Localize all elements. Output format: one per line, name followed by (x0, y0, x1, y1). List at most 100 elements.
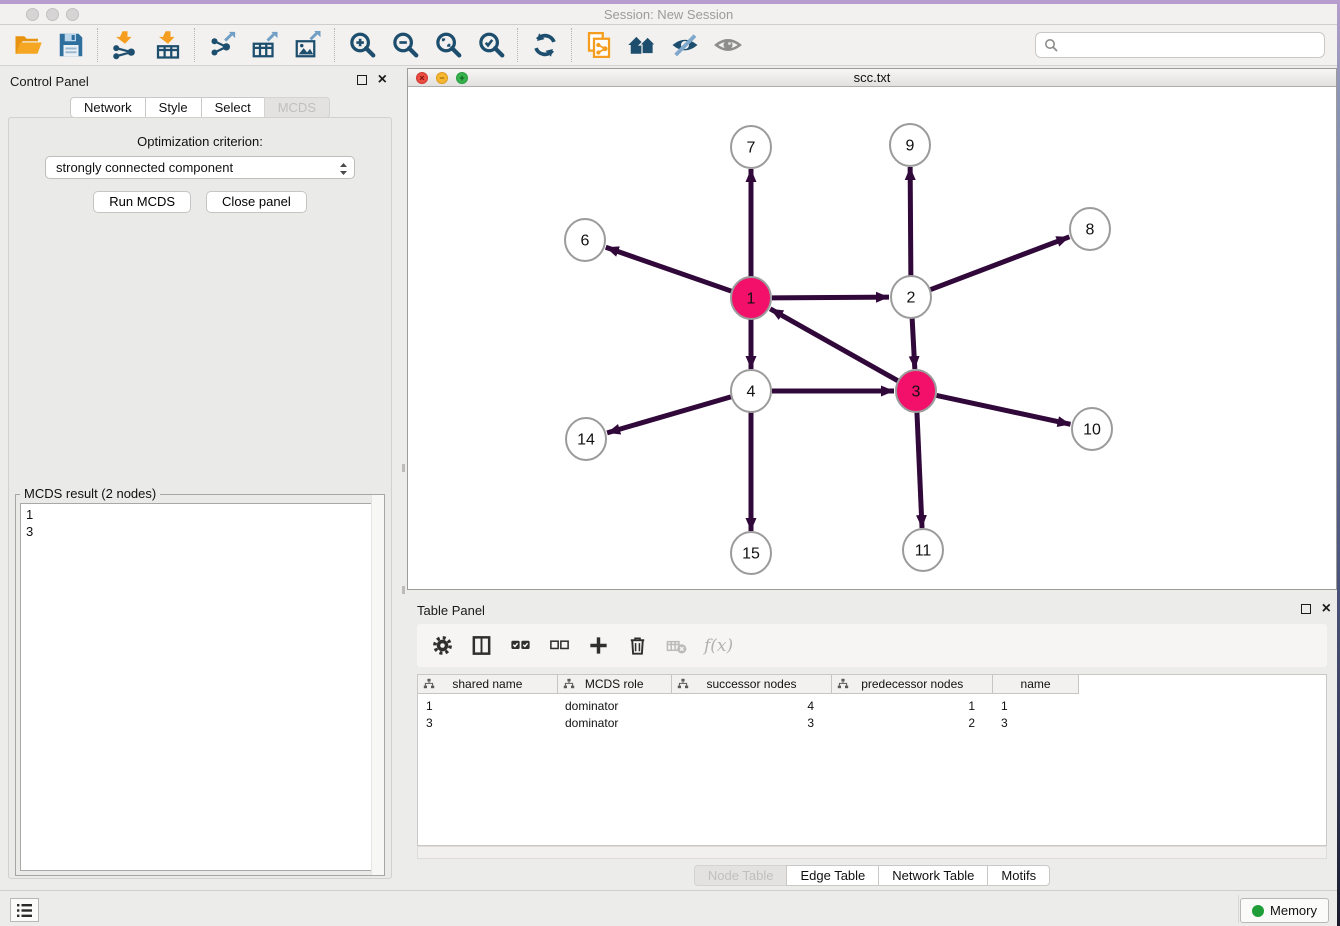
select-all-button[interactable] (507, 633, 533, 659)
memory-button[interactable]: Memory (1240, 898, 1329, 923)
apply-layout-button[interactable] (523, 28, 566, 62)
add-column-button[interactable] (585, 633, 611, 659)
tab-mcds[interactable]: MCDS (264, 97, 330, 118)
delete-column-button[interactable] (663, 633, 689, 659)
edge-2-3[interactable] (912, 318, 915, 369)
hierarchy-icon (837, 678, 849, 693)
table-cell: 1 (832, 699, 993, 713)
close-panel-button[interactable]: Close panel (206, 191, 307, 213)
graph-node-15[interactable]: 15 (731, 532, 771, 574)
table-row[interactable]: 3dominator323 (418, 714, 1326, 731)
table-settings-button[interactable] (429, 633, 455, 659)
search-input[interactable] (1063, 35, 1324, 55)
vertical-splitter[interactable] (400, 66, 407, 890)
run-mcds-button[interactable]: Run MCDS (93, 191, 191, 213)
node-label: 14 (577, 432, 595, 449)
edge-1-2[interactable] (772, 297, 889, 298)
table-cell: 1 (418, 699, 557, 713)
edge-3-11[interactable] (917, 412, 922, 528)
application-window: Session: New Session Control Panel (0, 0, 1340, 926)
zoom-selected-button[interactable] (469, 28, 512, 62)
table-header-row: shared nameMCDS rolesuccessor nodes prede… (418, 675, 1079, 694)
edge-3-1[interactable] (770, 309, 898, 381)
deselect-all-button[interactable] (546, 633, 572, 659)
hide-selected-button[interactable] (663, 28, 706, 62)
optimization-criterion-select[interactable]: strongly connected component (45, 156, 355, 179)
copy-network-button[interactable] (577, 28, 620, 62)
toolbar-separator (571, 28, 572, 62)
gear-icon (431, 634, 454, 657)
graph-node-10[interactable]: 10 (1072, 408, 1112, 450)
graph-node-11[interactable]: 11 (903, 529, 943, 571)
save-session-button[interactable] (49, 28, 92, 62)
edge-2-8[interactable] (931, 237, 1070, 290)
home-button[interactable] (620, 28, 663, 62)
edge-1-6[interactable] (606, 247, 731, 291)
hierarchy-icon (423, 678, 435, 693)
column-header-name[interactable]: name (992, 675, 1078, 693)
edge-3-10[interactable] (937, 395, 1071, 424)
export-table-button[interactable] (243, 28, 286, 62)
column-header-successor-nodes[interactable]: successor nodes (671, 675, 832, 693)
memory-label: Memory (1270, 903, 1317, 918)
close-network-button[interactable]: × (416, 72, 428, 84)
graph-node-9[interactable]: 9 (890, 124, 930, 166)
column-label: name (1021, 677, 1051, 691)
show-all-button[interactable] (706, 28, 749, 62)
unchecked-boxes-icon (548, 634, 571, 657)
graph-node-14[interactable]: 14 (566, 418, 606, 460)
function-builder-button[interactable]: f(x) (704, 636, 733, 656)
table-horizontal-scrollbar[interactable] (417, 846, 1327, 859)
result-scrollbar[interactable] (371, 495, 384, 875)
tab-node-table[interactable]: Node Table (694, 865, 788, 886)
zoom-fit-button[interactable] (426, 28, 469, 62)
delete-selected-button[interactable] (624, 633, 650, 659)
search-box[interactable] (1035, 32, 1325, 58)
minimize-network-button[interactable]: − (436, 72, 448, 84)
column-header-MCDS-role[interactable]: MCDS role (557, 675, 671, 693)
tab-network-table[interactable]: Network Table (878, 865, 988, 886)
graph-node-3[interactable]: 3 (896, 370, 936, 412)
float-panel-icon[interactable] (357, 75, 367, 85)
close-panel-icon[interactable]: × (1322, 604, 1331, 614)
zoom-network-button[interactable]: + (456, 72, 468, 84)
graph-node-4[interactable]: 4 (731, 370, 771, 412)
zoom-out-button[interactable] (383, 28, 426, 62)
delete-column-icon (665, 634, 688, 657)
column-label: predecessor nodes (861, 677, 963, 691)
table-cell: 2 (832, 716, 993, 730)
eye-slash-icon (670, 30, 700, 60)
column-header-predecessor-nodes[interactable]: predecessor nodes (831, 675, 992, 693)
table-cell: 1 (993, 699, 1079, 713)
network-canvas[interactable]: 1 2 3 4 6 7 8 9 10 11 14 15 (408, 87, 1336, 589)
graph-node-6[interactable]: 6 (565, 219, 605, 261)
tab-select[interactable]: Select (201, 97, 265, 118)
graph-node-8[interactable]: 8 (1070, 208, 1110, 250)
tab-style[interactable]: Style (145, 97, 202, 118)
import-network-button[interactable] (103, 28, 146, 62)
network-window-titlebar[interactable]: × − + scc.txt (408, 69, 1336, 87)
graph-node-2[interactable]: 2 (891, 276, 931, 318)
tab-network[interactable]: Network (70, 97, 146, 118)
network-window-controls: × − + (416, 72, 468, 84)
table-row[interactable]: 1dominator411 (418, 697, 1326, 714)
graph-node-1[interactable]: 1 (731, 277, 771, 319)
mcds-result-list[interactable]: 1 3 (20, 503, 380, 871)
edge-4-14[interactable] (607, 397, 731, 433)
edge-2-9[interactable] (910, 167, 911, 276)
export-network-button[interactable] (200, 28, 243, 62)
column-header-shared-name[interactable]: shared name (418, 675, 557, 693)
close-panel-icon[interactable]: × (378, 75, 387, 85)
main-titlebar: Session: New Session (0, 4, 1337, 25)
tab-motifs[interactable]: Motifs (987, 865, 1050, 886)
graph-node-7[interactable]: 7 (731, 126, 771, 168)
task-history-button[interactable] (10, 898, 39, 922)
zoom-in-button[interactable] (340, 28, 383, 62)
export-image-button[interactable] (286, 28, 329, 62)
network-window-title: scc.txt (408, 69, 1336, 86)
import-table-button[interactable] (146, 28, 189, 62)
tab-edge-table[interactable]: Edge Table (786, 865, 879, 886)
float-panel-icon[interactable] (1301, 604, 1311, 614)
open-session-button[interactable] (6, 28, 49, 62)
show-column-button[interactable] (468, 633, 494, 659)
